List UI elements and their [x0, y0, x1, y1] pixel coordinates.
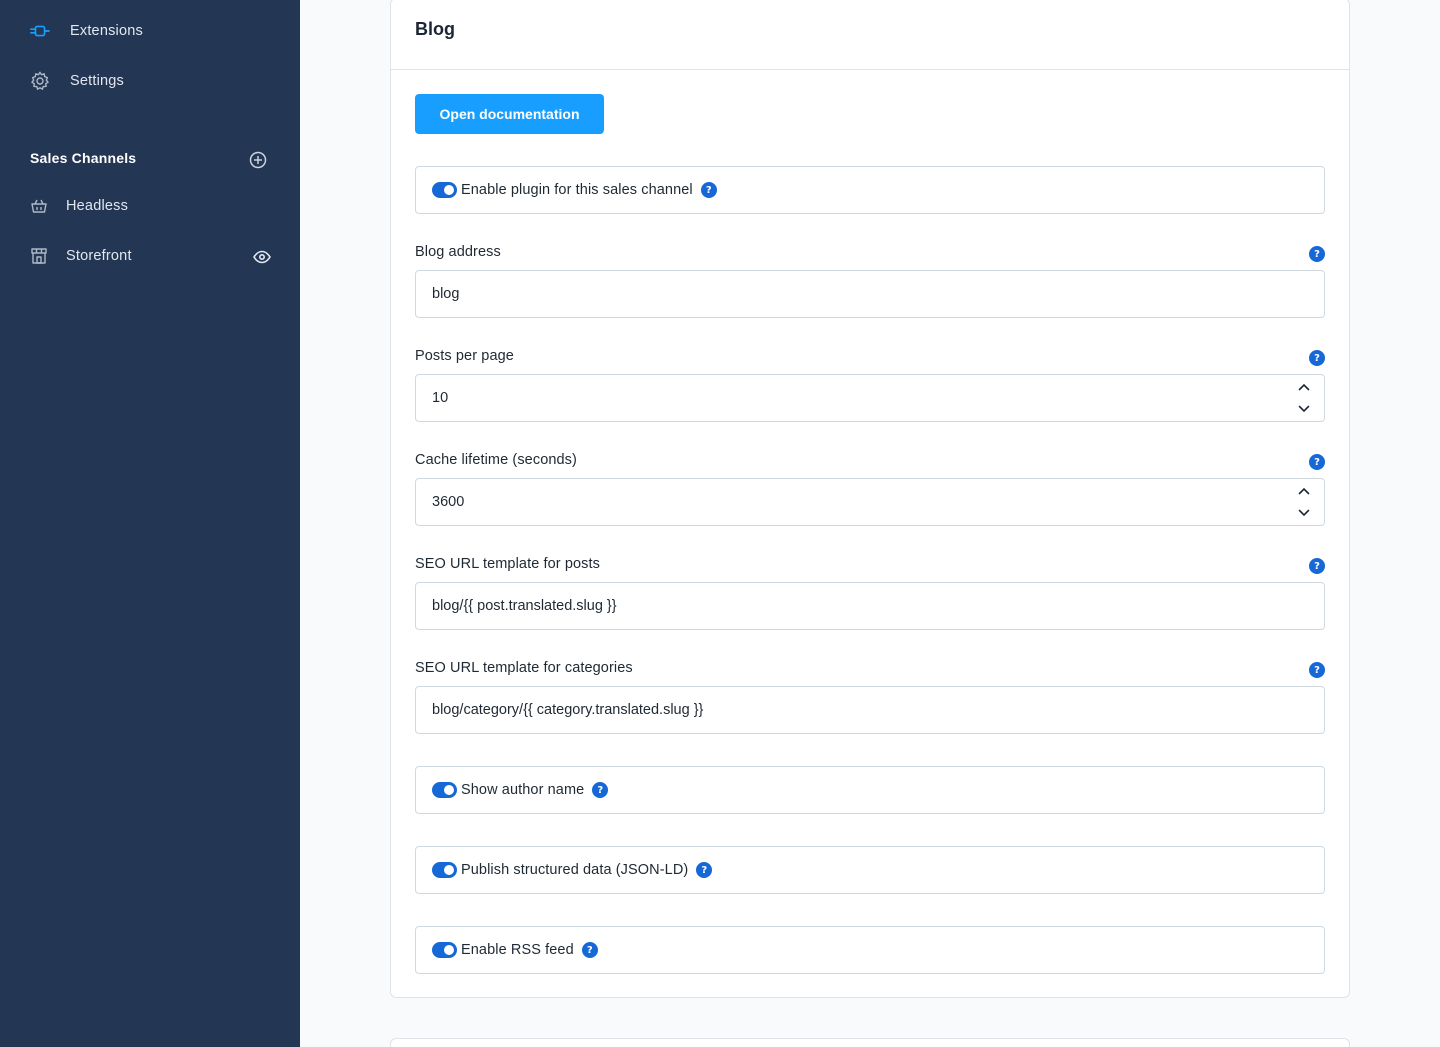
sidebar: Extensions Settings Sales Channels Headl…	[0, 0, 300, 1047]
seo-categories-label: SEO URL template for categories	[415, 660, 633, 676]
seo-posts-input[interactable]	[415, 582, 1325, 630]
sidebar-item-label: Extensions	[70, 23, 143, 39]
basket-icon	[30, 197, 48, 215]
help-icon[interactable]: ?	[592, 782, 609, 798]
sales-channel-storefront[interactable]: Storefront	[30, 244, 132, 268]
card-title: Blog	[415, 19, 455, 39]
show-author-toggle[interactable]	[432, 782, 457, 798]
help-icon[interactable]: ?	[581, 942, 598, 958]
enable-plugin-field: Enable plugin for this sales channel ?	[415, 166, 1325, 214]
sales-channel-label: Headless	[66, 198, 129, 214]
chevron-down-icon[interactable]	[1296, 506, 1312, 520]
seo-posts-label: SEO URL template for posts	[415, 556, 600, 572]
enable-plugin-label: Enable plugin for this sales channel	[461, 182, 693, 198]
show-author-field: Show author name ?	[415, 766, 1325, 814]
help-icon[interactable]: ?	[1309, 454, 1325, 470]
help-icon[interactable]: ?	[1309, 662, 1325, 678]
help-icon[interactable]: ?	[1309, 558, 1325, 574]
add-sales-channel-icon[interactable]	[248, 150, 268, 170]
sidebar-item-extensions[interactable]: Extensions	[30, 19, 143, 43]
next-settings-card	[390, 1038, 1350, 1047]
chevron-up-icon[interactable]	[1296, 484, 1312, 498]
help-icon[interactable]: ?	[1309, 350, 1325, 366]
posts-per-page-input[interactable]	[415, 374, 1325, 422]
sales-channel-label: Storefront	[66, 248, 132, 264]
blog-address-input[interactable]	[415, 270, 1325, 318]
open-documentation-button[interactable]: Open documentation	[415, 94, 604, 134]
blog-settings-card: Blog Open documentation Enable plugin fo…	[390, 0, 1350, 998]
eye-icon[interactable]	[252, 249, 272, 265]
rss-feed-label: Enable RSS feed	[461, 942, 574, 958]
cache-lifetime-stepper	[1296, 482, 1312, 522]
chevron-up-icon[interactable]	[1296, 380, 1312, 394]
rss-feed-field: Enable RSS feed ?	[415, 926, 1325, 974]
posts-per-page-label: Posts per page	[415, 348, 514, 364]
sales-channel-headless[interactable]: Headless	[30, 194, 128, 218]
cache-lifetime-label: Cache lifetime (seconds)	[415, 452, 577, 468]
structured-data-field: Publish structured data (JSON-LD) ?	[415, 846, 1325, 894]
chevron-down-icon[interactable]	[1296, 402, 1312, 416]
card-divider	[391, 69, 1349, 70]
sales-channels-heading: Sales Channels	[30, 150, 137, 166]
show-author-label: Show author name	[461, 782, 585, 798]
rss-feed-toggle[interactable]	[432, 942, 457, 958]
seo-categories-input[interactable]	[415, 686, 1325, 734]
blog-address-label: Blog address	[415, 244, 501, 260]
sidebar-item-label: Settings	[70, 73, 124, 89]
storefront-icon	[30, 247, 48, 265]
sidebar-item-settings[interactable]: Settings	[30, 69, 124, 93]
gear-icon	[30, 71, 50, 91]
enable-plugin-toggle[interactable]	[432, 182, 457, 198]
structured-data-label: Publish structured data (JSON-LD)	[461, 862, 689, 878]
help-icon[interactable]: ?	[696, 862, 713, 878]
cache-lifetime-input[interactable]	[415, 478, 1325, 526]
help-icon[interactable]: ?	[1309, 246, 1325, 262]
posts-per-page-stepper	[1296, 378, 1312, 418]
help-icon[interactable]: ?	[700, 182, 717, 198]
plug-icon	[30, 21, 50, 41]
structured-data-toggle[interactable]	[432, 862, 457, 878]
